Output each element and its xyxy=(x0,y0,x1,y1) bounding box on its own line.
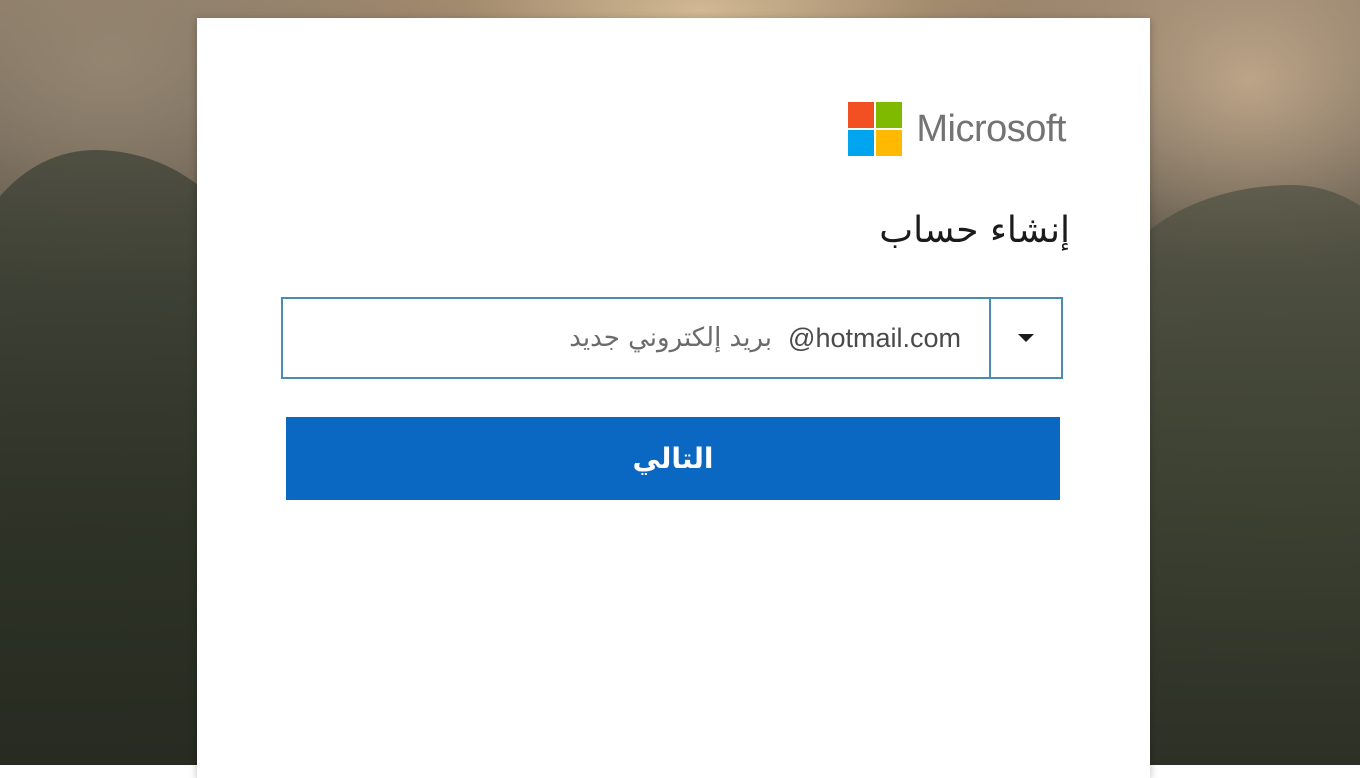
logo-square-green xyxy=(876,102,903,128)
chevron-down-icon xyxy=(1018,334,1034,342)
email-input[interactable] xyxy=(283,299,789,377)
logo-square-blue xyxy=(848,130,875,156)
next-button[interactable]: التالي xyxy=(286,417,1060,500)
email-field-group: @hotmail.com xyxy=(281,297,1063,379)
signup-card: Microsoft إنشاء حساب @hotmail.com التالي xyxy=(197,18,1150,778)
microsoft-logo-text: Microsoft xyxy=(916,107,1066,150)
microsoft-logo-icon xyxy=(848,102,903,156)
microsoft-logo: Microsoft xyxy=(848,102,1066,156)
domain-dropdown-button[interactable] xyxy=(989,299,1061,377)
logo-square-red xyxy=(848,102,875,128)
logo-square-yellow xyxy=(876,130,903,156)
email-domain-label: @hotmail.com xyxy=(788,322,961,353)
page-title: إنشاء حساب xyxy=(879,210,1070,251)
